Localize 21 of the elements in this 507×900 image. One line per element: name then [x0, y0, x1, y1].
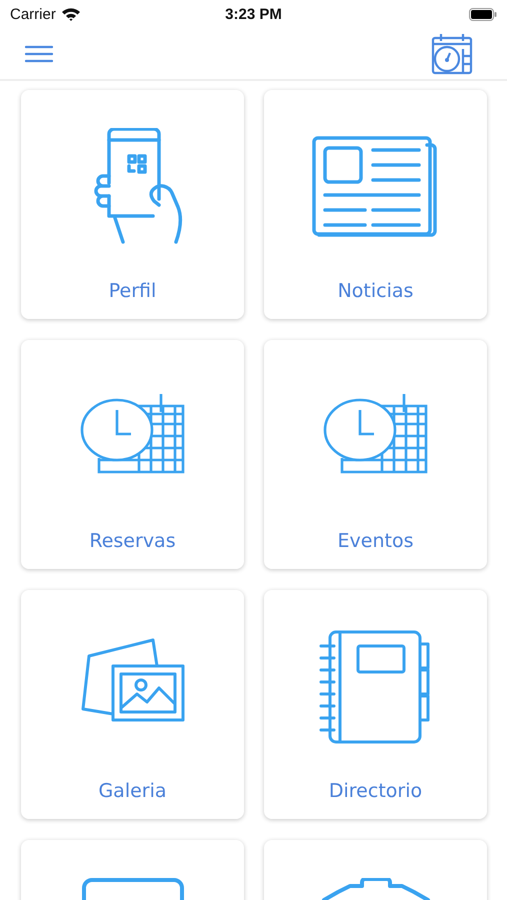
menu-tile[interactable]: Noticias	[264, 90, 487, 319]
tile-label: Perfil	[108, 280, 156, 302]
calendar-clock-icon[interactable]	[431, 32, 473, 74]
tile-label: Noticias	[338, 280, 414, 302]
status-time: 3:23 PM	[225, 6, 282, 22]
gallery-icon	[78, 638, 186, 722]
menu-tile[interactable]: Eventos	[264, 340, 487, 569]
tile-label: Directorio	[328, 780, 422, 802]
menu-tile[interactable]: Reservas	[21, 340, 244, 569]
calendar-clock-icon	[78, 392, 186, 474]
menu-tile[interactable]: Galeria	[21, 590, 244, 819]
menu-tile[interactable]: Perfil	[21, 90, 244, 319]
tile-label: Galeria	[98, 780, 167, 802]
battery-icon	[469, 8, 497, 20]
wifi-icon	[60, 7, 81, 21]
tile-label: Eventos	[338, 530, 414, 552]
tile-label: Reservas	[89, 530, 176, 552]
menu-tile[interactable]: Directorio	[264, 590, 487, 819]
menu-icon[interactable]	[25, 44, 53, 62]
calendar-clock-icon	[322, 392, 430, 474]
carrier-name: Carrier	[10, 6, 56, 22]
